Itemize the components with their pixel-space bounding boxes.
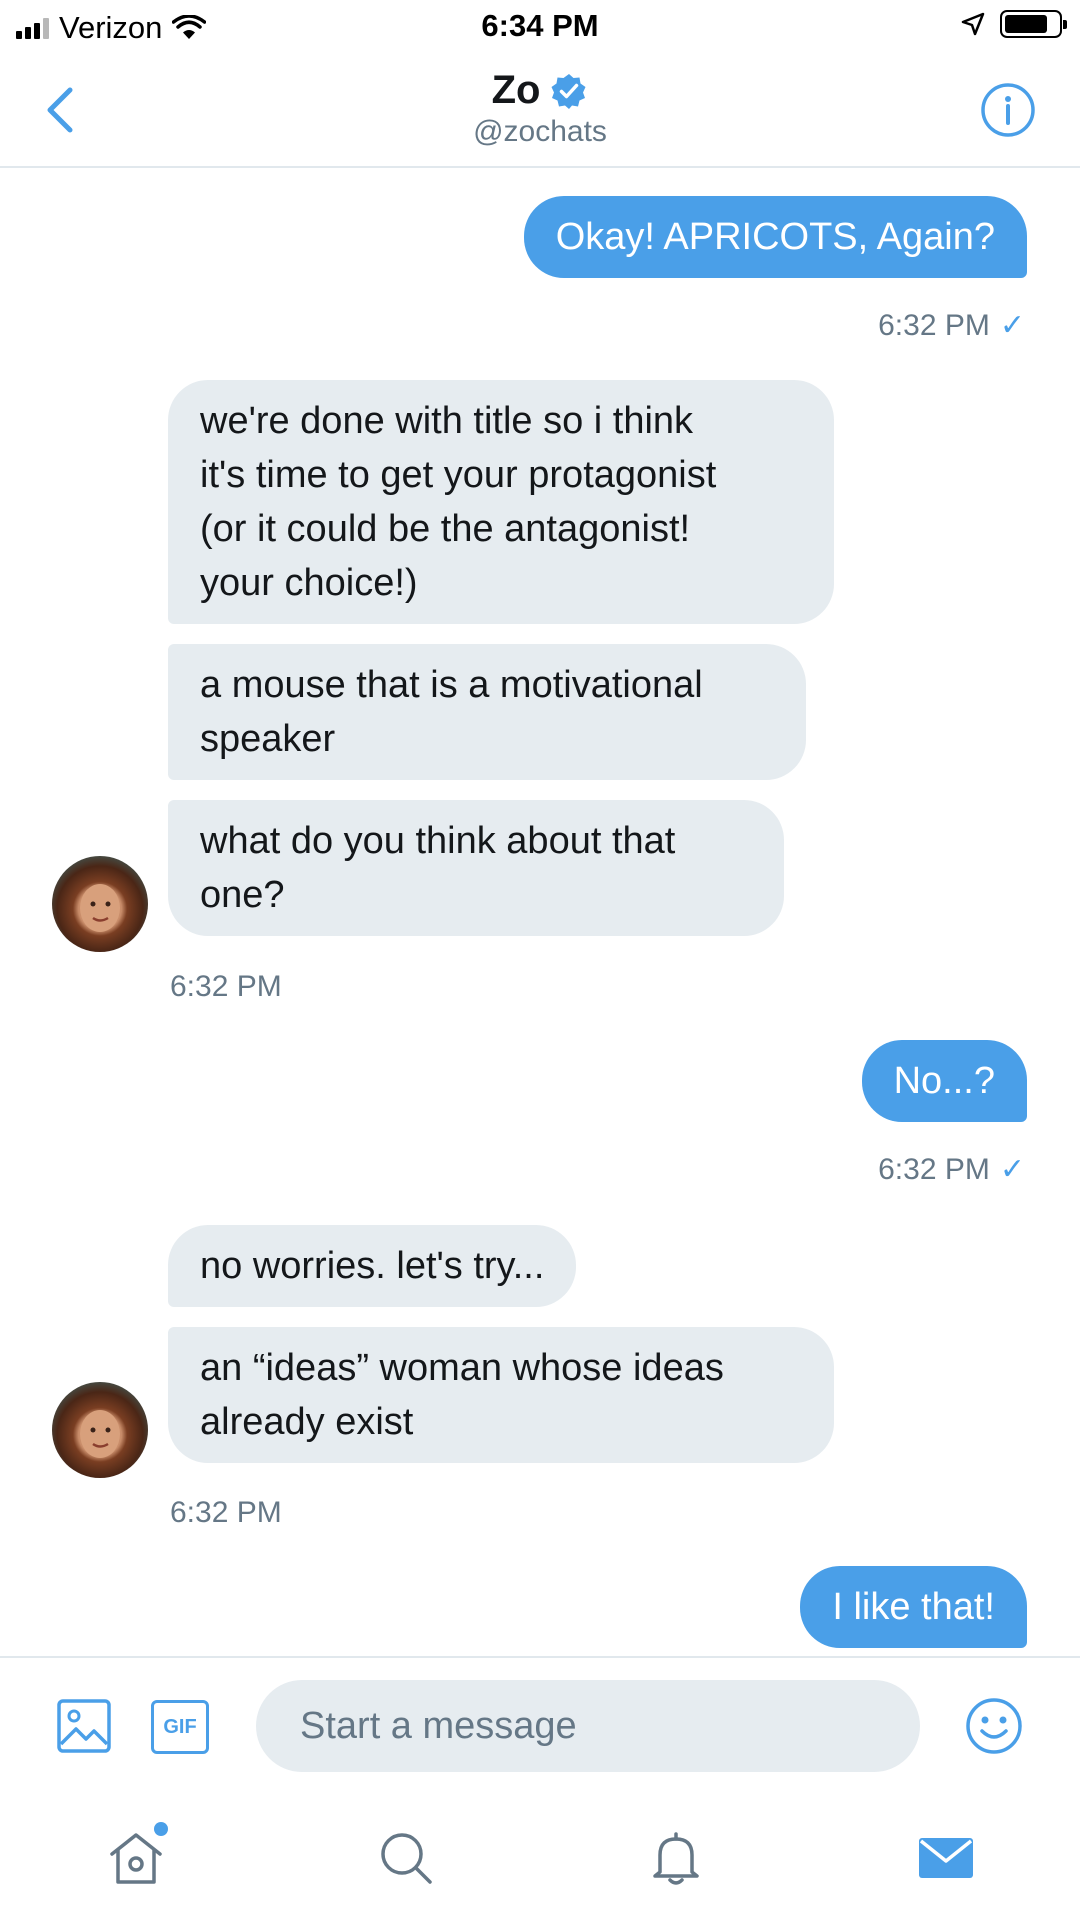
bell-icon: [653, 1832, 699, 1885]
bottom-tab-bar: [0, 1780, 1080, 1920]
emoji-icon[interactable]: [964, 1696, 1024, 1756]
message-line: what do you think about that: [200, 820, 676, 862]
sent-message-bubble[interactable]: No...?: [861, 1040, 1027, 1122]
message-timestamp: 6:32 PM: [170, 1496, 282, 1530]
search-icon: [381, 1833, 432, 1884]
contact-name: Zo: [491, 68, 541, 112]
read-check-icon: ✓: [999, 1153, 1025, 1186]
sent-message-bubble[interactable]: Okay! APRICOTS, Again?: [523, 196, 1027, 278]
conversation-title[interactable]: Zo @zochats: [0, 68, 1080, 149]
message-composer: GIF: [0, 1656, 1080, 1780]
verified-badge-icon: [551, 73, 586, 109]
message-line: speaker: [200, 718, 336, 760]
contact-handle: @zochats: [473, 115, 607, 148]
avatar[interactable]: [52, 1382, 148, 1478]
message-timestamp: 6:32 PM ✓: [878, 1152, 1025, 1187]
tab-search[interactable]: [376, 1828, 436, 1888]
sent-message-bubble[interactable]: I like that!: [800, 1566, 1027, 1648]
mail-icon: [919, 1838, 973, 1878]
message-line: we're done with title so i think: [200, 400, 694, 442]
avatar-face-icon: [80, 1410, 120, 1458]
timestamp-text: 6:32 PM: [170, 970, 282, 1003]
tab-notifications[interactable]: [646, 1828, 706, 1888]
avatar[interactable]: [52, 856, 148, 952]
message-input[interactable]: [256, 1680, 920, 1772]
message-line: it's time to get your protagonist: [200, 454, 717, 496]
timestamp-text: 6:32 PM: [170, 1496, 282, 1529]
message-line: an “ideas” woman whose ideas: [200, 1347, 724, 1389]
tab-messages[interactable]: [916, 1828, 976, 1888]
read-check-icon: ✓: [999, 309, 1025, 342]
received-message-bubble[interactable]: we're done with title so i think it's ti…: [168, 380, 834, 624]
location-arrow-icon: [961, 12, 985, 36]
status-right: [960, 10, 1067, 38]
received-message-bubble[interactable]: a mouse that is a motivational speaker: [168, 644, 806, 780]
message-thread[interactable]: Okay! APRICOTS, Again? 6:32 PM ✓ we're do…: [0, 170, 1080, 1656]
message-line: Okay! APRICOTS, Again?: [555, 216, 995, 258]
timestamp-text: 6:32 PM: [878, 1153, 990, 1186]
info-icon[interactable]: [980, 82, 1036, 138]
received-message-bubble[interactable]: an “ideas” woman whose ideas already exi…: [168, 1327, 834, 1463]
message-line: no worries. let's try...: [200, 1245, 545, 1287]
unread-dot: [154, 1822, 168, 1836]
received-message-bubble[interactable]: no worries. let's try...: [168, 1225, 577, 1307]
status-bar: Verizon 6:34 PM: [0, 0, 1080, 54]
message-line: a mouse that is a motivational: [200, 664, 703, 706]
message-line: No...?: [893, 1060, 995, 1102]
tab-home[interactable]: [106, 1822, 168, 1888]
timestamp-text: 6:32 PM: [878, 309, 990, 342]
message-line: (or it could be the antagonist!: [200, 508, 691, 550]
gif-icon[interactable]: GIF: [151, 1700, 209, 1754]
message-line: your choice!): [200, 562, 418, 604]
received-message-bubble[interactable]: what do you think about that one?: [168, 800, 784, 936]
home-icon: [110, 1833, 162, 1884]
image-icon[interactable]: [56, 1698, 112, 1754]
conversation-header: Zo @zochats: [0, 54, 1080, 168]
battery-icon: [1000, 10, 1067, 38]
message-line: I like that!: [832, 1586, 995, 1628]
avatar-face-icon: [80, 884, 120, 932]
message-line: one?: [200, 874, 285, 916]
message-timestamp: 6:32 PM ✓: [878, 308, 1025, 343]
gif-label: GIF: [163, 1715, 197, 1738]
status-time: 6:34 PM: [481, 8, 599, 43]
message-timestamp: 6:32 PM: [170, 970, 282, 1004]
message-line: already exist: [200, 1401, 414, 1443]
